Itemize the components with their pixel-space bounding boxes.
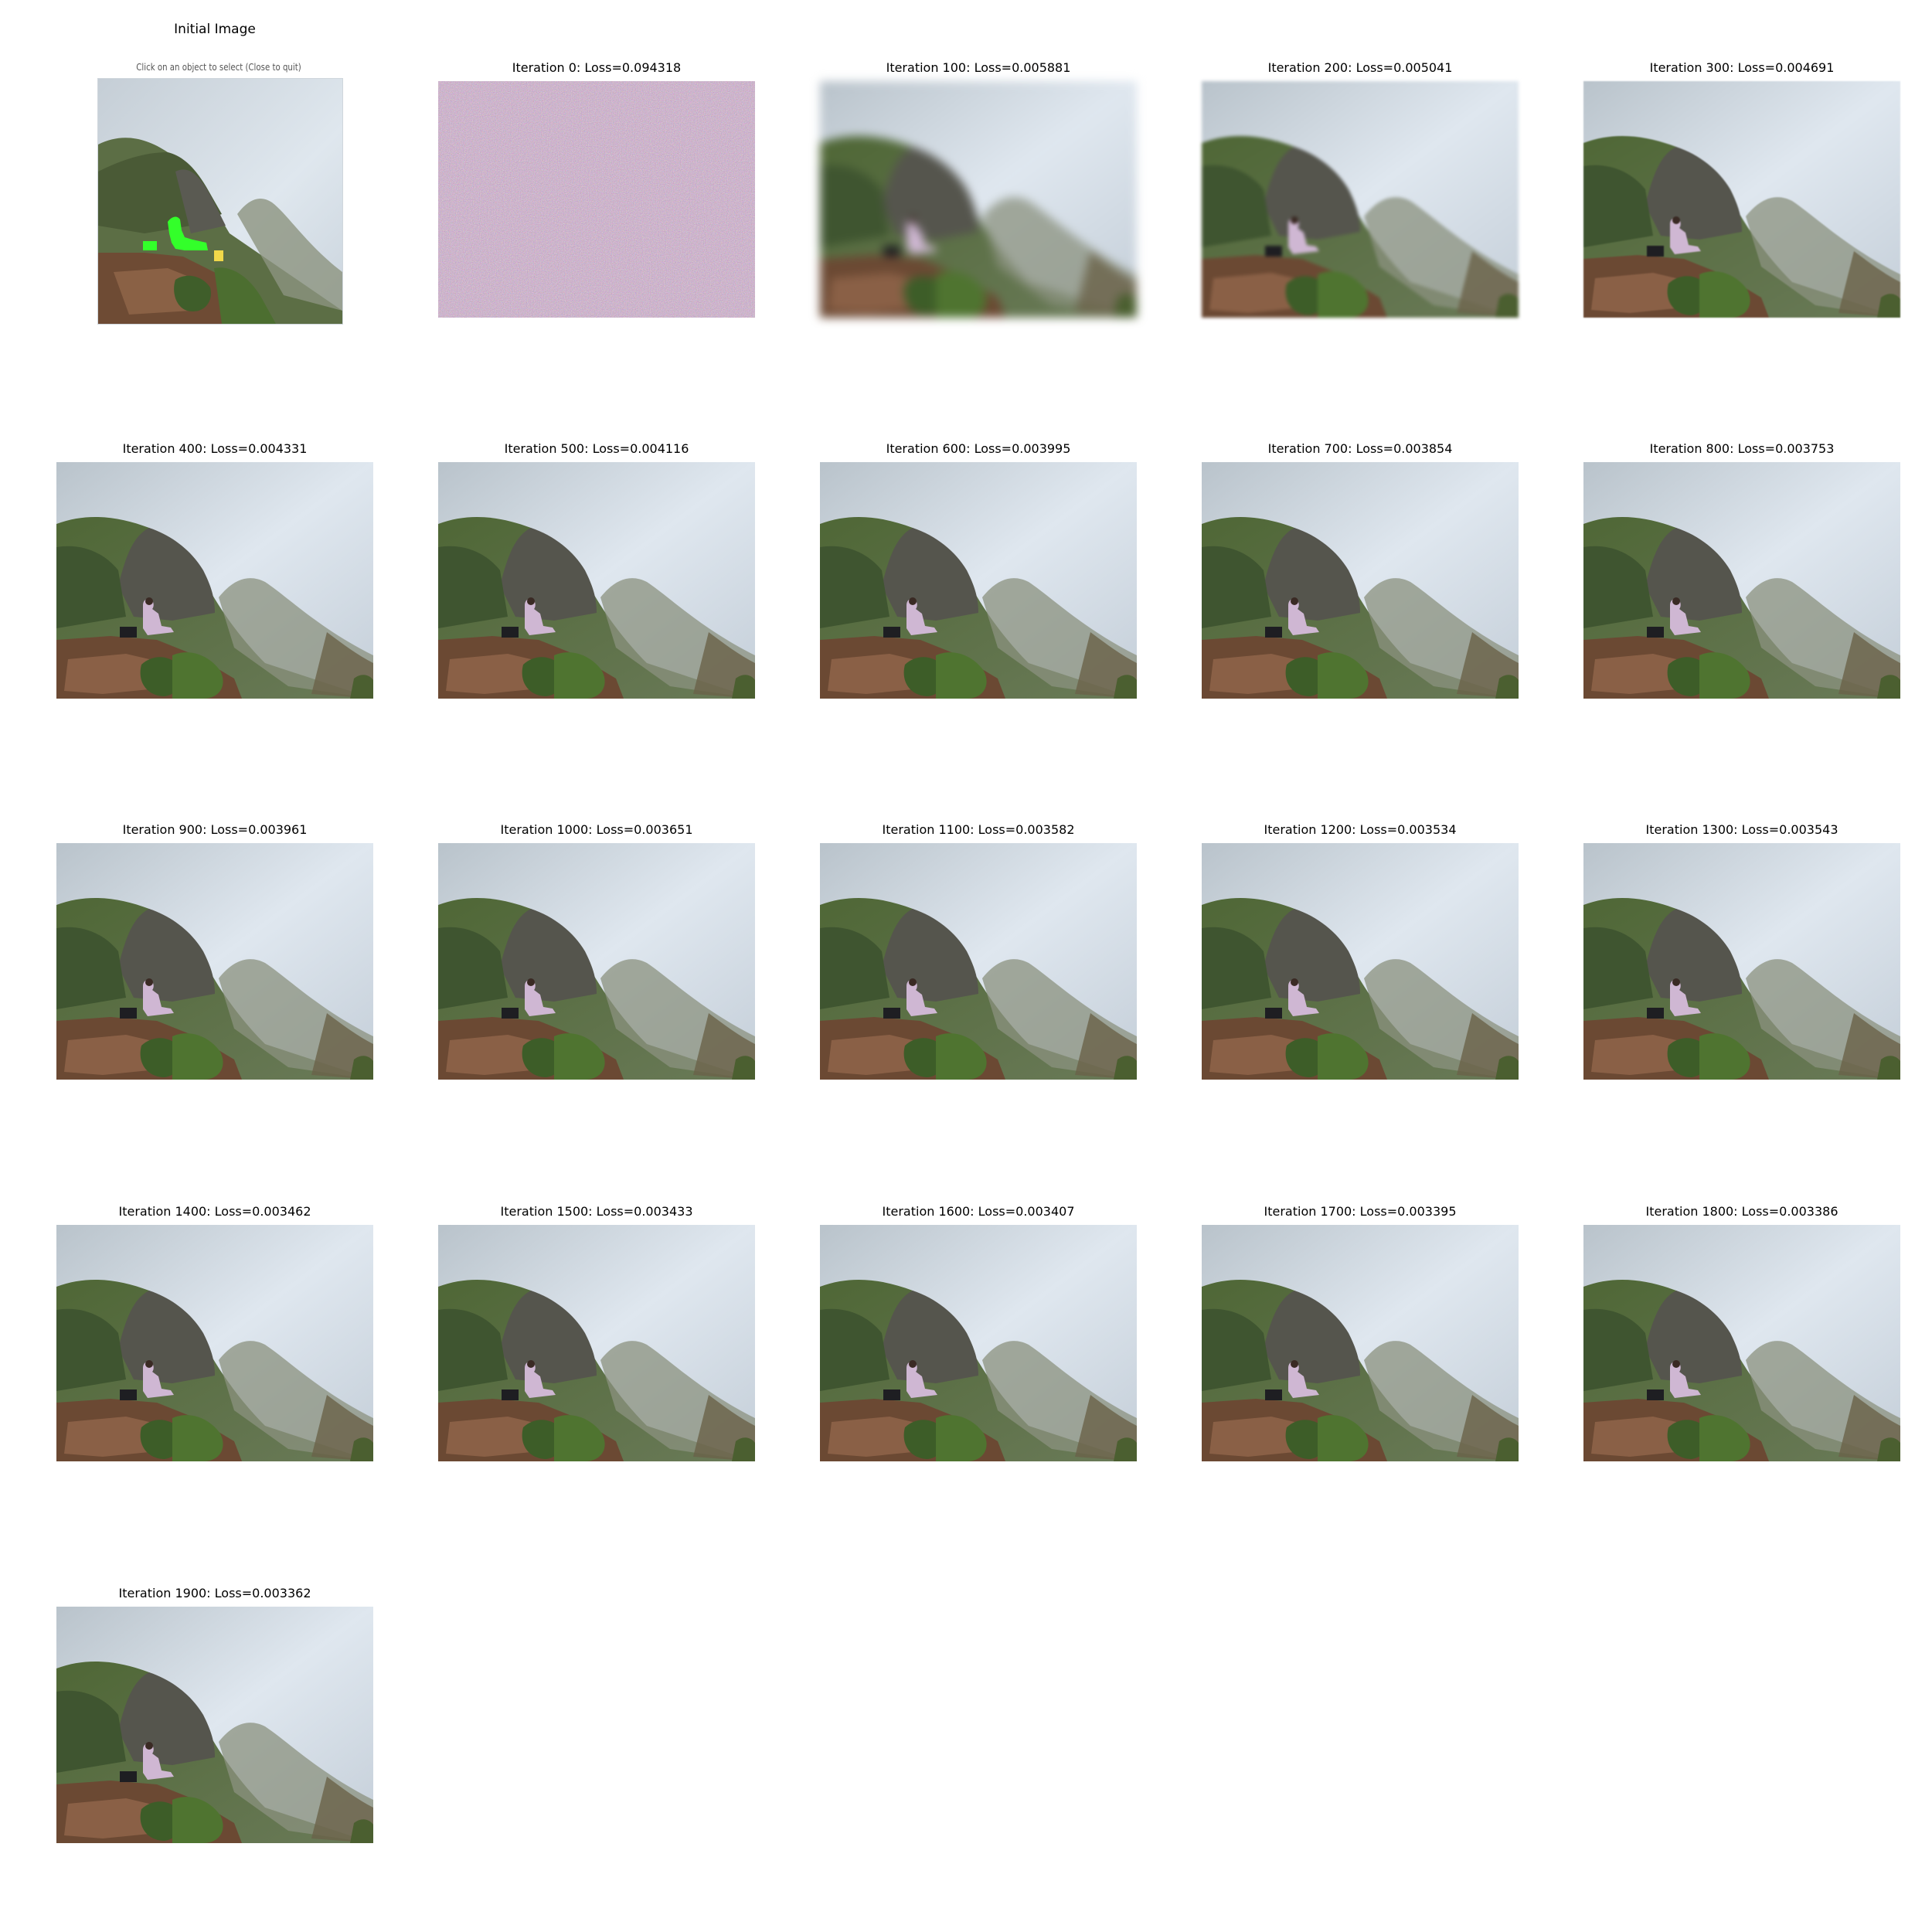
iteration-title: Iteration 1200: Loss=0.003534: [1264, 822, 1457, 837]
iteration-title: Iteration 1700: Loss=0.003395: [1264, 1204, 1457, 1219]
iteration-title: Iteration 900: Loss=0.003961: [122, 822, 308, 837]
initial-image[interactable]: [97, 78, 343, 325]
landscape-scene: [820, 81, 1137, 318]
iteration-image: [56, 1225, 373, 1461]
iteration-image: [1583, 1225, 1900, 1461]
landscape-scene: [438, 843, 755, 1080]
iteration-title: Iteration 700: Loss=0.003854: [1267, 441, 1453, 456]
landscape-scene: [1202, 462, 1519, 699]
iteration-title: Iteration 1000: Loss=0.003651: [500, 822, 693, 837]
landscape-scene: [438, 1225, 755, 1461]
iteration-image: [820, 1225, 1137, 1461]
iteration-title: Iteration 200: Loss=0.005041: [1267, 60, 1453, 75]
landscape-scene: [56, 843, 373, 1080]
iteration-title: Iteration 1100: Loss=0.003582: [882, 822, 1075, 837]
iteration-image: [820, 462, 1137, 699]
iteration-image: [438, 81, 755, 318]
landscape-scene: [1202, 1225, 1519, 1461]
iteration-title: Iteration 0: Loss=0.094318: [512, 60, 682, 75]
iteration-image: [438, 843, 755, 1080]
iteration-image: [1202, 81, 1519, 318]
iteration-title: Iteration 100: Loss=0.005881: [886, 60, 1071, 75]
iteration-image: [438, 462, 755, 699]
landscape-scene: [1583, 81, 1900, 318]
iteration-title: Iteration 400: Loss=0.004331: [122, 441, 308, 456]
iteration-image: [820, 81, 1137, 318]
initial-image-title: Initial Image: [174, 22, 256, 37]
iteration-image: [56, 1607, 373, 1843]
iteration-title: Iteration 1600: Loss=0.003407: [882, 1204, 1075, 1219]
iteration-title: Iteration 1400: Loss=0.003462: [118, 1204, 311, 1219]
landscape-scene: [56, 1225, 373, 1461]
initial-image-caption: Click on an object to select (Close to q…: [136, 62, 301, 73]
iteration-image: [1202, 843, 1519, 1080]
landscape-scene: [820, 1225, 1137, 1461]
iteration-title: Iteration 1500: Loss=0.003433: [500, 1204, 693, 1219]
landscape-scene: [1583, 1225, 1900, 1461]
iteration-image: [820, 843, 1137, 1080]
landscape-scene: [438, 462, 755, 699]
landscape-scene: [820, 843, 1137, 1080]
iteration-title: Iteration 1800: Loss=0.003386: [1645, 1204, 1838, 1219]
iteration-title: Iteration 500: Loss=0.004116: [504, 441, 689, 456]
landscape-scene: [1202, 81, 1519, 318]
iteration-title: Iteration 800: Loss=0.003753: [1649, 441, 1835, 456]
landscape-scene: [56, 1607, 373, 1843]
iteration-title: Iteration 300: Loss=0.004691: [1649, 60, 1835, 75]
initial-image-scene: [98, 79, 342, 324]
iteration-image: [1583, 81, 1900, 318]
iteration-title: Iteration 1300: Loss=0.003543: [1645, 822, 1838, 837]
landscape-scene: [1583, 843, 1900, 1080]
iteration-image: [56, 843, 373, 1080]
iteration-image: [1202, 1225, 1519, 1461]
iteration-title: Iteration 1900: Loss=0.003362: [118, 1586, 311, 1600]
iteration-image: [1583, 462, 1900, 699]
landscape-scene: [1202, 843, 1519, 1080]
landscape-scene: [56, 462, 373, 699]
iteration-image: [56, 462, 373, 699]
iteration-image: [1583, 843, 1900, 1080]
landscape-scene: [1583, 462, 1900, 699]
iteration-image: [1202, 462, 1519, 699]
iteration-image: [438, 1225, 755, 1461]
landscape-scene: [820, 462, 1137, 699]
noise-image: [438, 81, 755, 318]
iteration-title: Iteration 600: Loss=0.003995: [886, 441, 1071, 456]
